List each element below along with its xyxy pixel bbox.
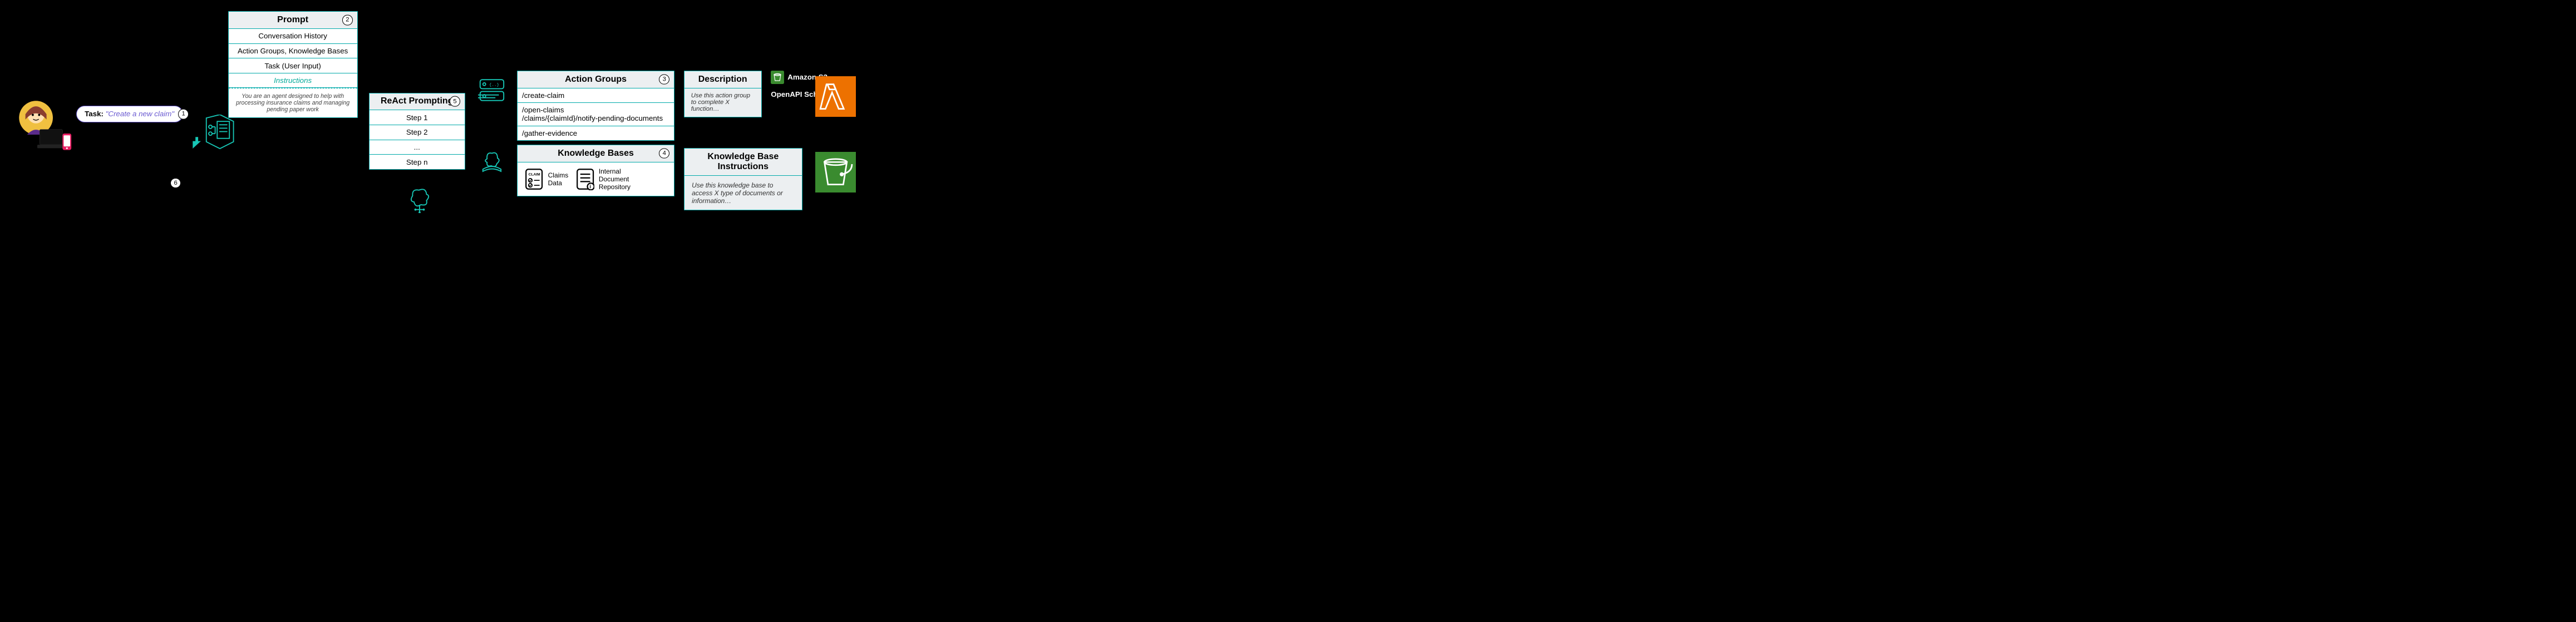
react-step: ...: [370, 140, 465, 155]
step-number-5: 5: [450, 96, 460, 107]
kb-instructions-card: Knowledge Base Instructions Use this kno…: [684, 148, 802, 210]
action-group-row: /create-claim: [518, 88, 674, 103]
task-label: Task:: [85, 110, 104, 118]
step-number-3: 3: [659, 74, 669, 85]
kb-item-label: Claims Data: [548, 171, 569, 187]
prompt-footnote: You are an agent designed to help with p…: [229, 88, 357, 117]
description-title: Description: [684, 71, 761, 88]
prompt-title: Prompt 2: [229, 12, 357, 29]
prompt-card: Prompt 2 Conversation History Action Gro…: [228, 11, 358, 118]
kb-item-label: Internal Document Repository: [599, 167, 631, 191]
prompt-row: Action Groups, Knowledge Bases: [229, 44, 357, 59]
react-step: Step 2: [370, 125, 465, 140]
step-number-2: 2: [342, 15, 353, 26]
react-step: Step n: [370, 155, 465, 169]
svg-text:i: i: [589, 184, 590, 190]
react-step: Step 1: [370, 110, 465, 125]
prompt-row: Conversation History: [229, 29, 357, 44]
s3-bucket-icon: [771, 71, 784, 84]
kb-item: CLAIM Claims Data: [525, 168, 568, 190]
claim-doc-icon: CLAIM: [525, 168, 543, 190]
prompt-row: Task (User Input): [229, 58, 357, 73]
orchestration-icon: {..}: [478, 76, 506, 104]
action-group-row: /gather-evidence: [518, 126, 674, 141]
action-group-row: /open-claims /claims/{claimId}/notify-pe…: [518, 103, 674, 126]
step-number-6: 6: [170, 178, 181, 189]
ml-brain-icon: [406, 185, 434, 213]
task-bubble: Task: "Create a new claim" 1: [76, 106, 183, 122]
kb-item: i Internal Document Repository: [576, 167, 631, 191]
document-flow-icon: [185, 115, 241, 155]
task-quote: "Create a new claim": [106, 110, 174, 118]
description-card: Description Use this action group to com…: [684, 71, 762, 118]
doc-info-icon: i: [576, 168, 594, 190]
step-number-4: 4: [659, 148, 669, 159]
knowledge-bases-title: Knowledge Bases 4: [518, 145, 674, 162]
knowledge-brain-icon: [478, 146, 506, 174]
lambda-icon: [815, 76, 856, 117]
bucket-icon: [815, 152, 856, 192]
svg-text:{..}: {..}: [489, 83, 499, 87]
laptop-phone-icon: [37, 128, 72, 152]
action-groups-title: Action Groups 3: [518, 71, 674, 88]
action-groups-card: Action Groups 3 /create-claim /open-clai…: [517, 71, 674, 141]
kb-instructions-title: Knowledge Base Instructions: [684, 149, 802, 176]
knowledge-bases-card: Knowledge Bases 4 CLAIM Claims Data i In…: [517, 145, 674, 197]
svg-text:CLAIM: CLAIM: [529, 172, 540, 176]
kb-instructions-body: Use this knowledge base to access X type…: [684, 176, 802, 210]
react-title: ReAct Prompting 5: [370, 93, 465, 111]
prompt-instructions-label: Instructions: [229, 73, 357, 88]
description-body: Use this action group to complete X func…: [684, 88, 761, 117]
react-prompting-card: ReAct Prompting 5 Step 1 Step 2 ... Step…: [369, 93, 465, 170]
